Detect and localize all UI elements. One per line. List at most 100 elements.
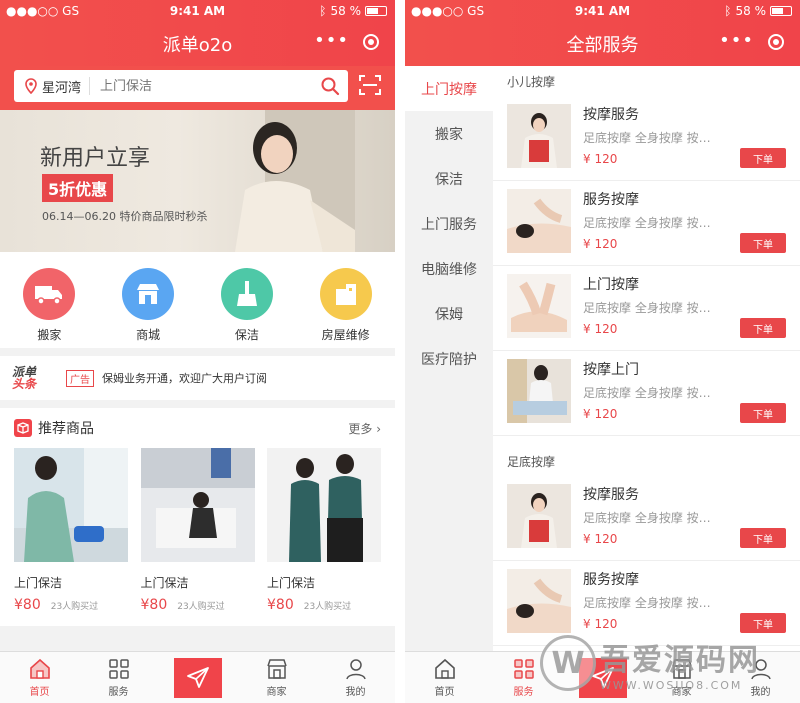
grid-icon bbox=[108, 659, 129, 679]
sidebar-item-home-service[interactable]: 上门服务 bbox=[405, 201, 493, 246]
goods-name: 上门保洁 bbox=[267, 576, 316, 590]
news-logo: 派单 头条 bbox=[12, 366, 52, 390]
order-button[interactable]: 下单 bbox=[740, 528, 786, 548]
sidebar-item-moving[interactable]: 搬家 bbox=[405, 111, 493, 156]
tab-bar: 首页 服务 商家 我的 bbox=[0, 651, 395, 703]
location-selector[interactable]: 星河湾 bbox=[14, 77, 91, 96]
tab-send[interactable] bbox=[158, 652, 237, 703]
search-icon[interactable] bbox=[312, 76, 348, 96]
title-bar: 全部服务 ••• bbox=[405, 22, 800, 66]
battery-status: ᛒ 58 % bbox=[724, 4, 792, 18]
shop-icon bbox=[266, 659, 287, 679]
location-pin-icon bbox=[25, 78, 37, 94]
category-cleaning[interactable]: 保洁 bbox=[207, 268, 287, 343]
battery-icon bbox=[365, 6, 387, 16]
battery-icon bbox=[770, 6, 792, 16]
tab-mine[interactable]: 我的 bbox=[316, 652, 395, 703]
more-icon[interactable]: ••• bbox=[719, 30, 754, 51]
sidebar-item-pc-repair[interactable]: 电脑维修 bbox=[405, 246, 493, 291]
search-box[interactable]: 星河湾 bbox=[14, 70, 348, 102]
service-image bbox=[507, 359, 571, 423]
bluetooth-icon: ᛒ bbox=[319, 4, 327, 18]
search-bar: 星河湾 bbox=[0, 66, 395, 110]
send-button[interactable] bbox=[173, 657, 222, 698]
more-link[interactable]: 更多 › bbox=[348, 420, 381, 437]
recommend-title: 推荐商品 bbox=[38, 421, 94, 437]
recommend-section: 推荐商品 更多 › 上门保洁 ¥80 23人购买过 上门保洁 ¥80 23人购买过 … bbox=[0, 408, 395, 626]
tab-home[interactable]: 首页 bbox=[405, 652, 484, 703]
record-icon[interactable] bbox=[363, 34, 379, 50]
sidebar-item-massage[interactable]: 上门按摩 bbox=[405, 66, 493, 111]
order-button[interactable]: 下单 bbox=[740, 318, 786, 338]
home-screen: ●●●○○ GS 9:41 AM ᛒ 58 % 派单o2o ••• 星河湾 上门… bbox=[0, 0, 395, 703]
watermark: W 吾爱源码网 WWW.WOSUO8.COM bbox=[540, 633, 800, 693]
news-ticker[interactable]: 派单 头条 广告 保姆业务开通，欢迎广大用户订阅 bbox=[0, 356, 395, 400]
service-image bbox=[507, 104, 571, 168]
order-button[interactable]: 下单 bbox=[740, 233, 786, 253]
tab-label: 首页 bbox=[29, 687, 50, 698]
bluetooth-icon: ᛒ bbox=[724, 4, 732, 18]
home-icon bbox=[29, 658, 50, 679]
tab-home[interactable]: 首页 bbox=[0, 652, 79, 703]
battery-text: 58 % bbox=[735, 4, 767, 18]
truck-icon bbox=[23, 268, 76, 320]
store-icon bbox=[122, 268, 175, 320]
category-moving[interactable]: 搬家 bbox=[9, 268, 89, 343]
news-logo-line: 头条 bbox=[12, 377, 37, 391]
battery-text: 58 % bbox=[330, 4, 362, 18]
tab-services[interactable]: 服务 bbox=[79, 652, 158, 703]
watermark-url: WWW.WOSUO8.COM bbox=[600, 678, 743, 692]
goods-price: ¥80 bbox=[140, 597, 168, 613]
more-label: 更多 bbox=[348, 421, 373, 436]
service-item[interactable]: 按摩上门 足底按摩 全身按摩 按… ¥ 120 下单 bbox=[493, 351, 800, 436]
battery-status: ᛒ 58 % bbox=[319, 4, 387, 18]
service-item[interactable]: 上门按摩 足底按摩 全身按摩 按… ¥ 120 下单 bbox=[493, 266, 800, 351]
goods-image bbox=[140, 448, 255, 562]
status-bar: ●●●○○ GS 9:41 AM ᛒ 58 % bbox=[0, 0, 395, 22]
goods-sold: 23人购买过 bbox=[50, 602, 99, 612]
services-screen: ●●●○○ GS 9:41 AM ᛒ 58 % 全部服务 ••• 上门按摩 搬家… bbox=[405, 0, 800, 703]
tab-merchant[interactable]: 商家 bbox=[237, 652, 316, 703]
banner-headline: 新用户立享 bbox=[40, 146, 151, 171]
search-input[interactable] bbox=[90, 78, 312, 94]
goods-card[interactable]: 上门保洁 ¥80 23人购买过 bbox=[140, 448, 255, 613]
goods-card[interactable]: 上门保洁 ¥80 23人购买过 bbox=[267, 448, 381, 613]
category-label: 保洁 bbox=[234, 328, 259, 342]
goods-price: ¥80 bbox=[14, 597, 41, 613]
record-icon[interactable] bbox=[768, 34, 784, 50]
services-body: 上门按摩 搬家 保洁 上门服务 电脑维修 保姆 医疗陪护 小儿按摩 按摩服务 足… bbox=[405, 66, 800, 651]
service-title: 服务按摩 bbox=[583, 192, 639, 208]
sidebar-item-medical-escort[interactable]: 医疗陪护 bbox=[405, 336, 493, 381]
sidebar-item-cleaning[interactable]: 保洁 bbox=[405, 156, 493, 201]
page-title: 派单o2o bbox=[162, 35, 233, 56]
category-label: 房屋维修 bbox=[321, 328, 370, 342]
scan-icon[interactable] bbox=[359, 74, 381, 96]
goods-sold: 23人购买过 bbox=[177, 602, 225, 612]
goods-name: 上门保洁 bbox=[14, 576, 63, 590]
banner-badge: 5折优惠 bbox=[42, 174, 114, 202]
category-label: 商城 bbox=[136, 328, 161, 342]
sidebar-item-nanny[interactable]: 保姆 bbox=[405, 291, 493, 336]
service-title: 上门按摩 bbox=[583, 277, 639, 293]
service-title: 按摩服务 bbox=[583, 107, 639, 123]
banner-person-image bbox=[235, 110, 355, 252]
header: ●●●○○ GS 9:41 AM ᛒ 58 % 派单o2o ••• bbox=[0, 0, 395, 66]
service-title: 按摩上门 bbox=[583, 362, 639, 378]
service-item[interactable]: 按摩服务 足底按摩 全身按摩 按… ¥ 120 下单 bbox=[493, 96, 800, 181]
order-button[interactable]: 下单 bbox=[740, 148, 786, 168]
service-item[interactable]: 服务按摩 足底按摩 全身按摩 按… ¥ 120 下单 bbox=[493, 181, 800, 266]
goods-sold: 23人购买过 bbox=[303, 602, 352, 612]
section-heading: 小儿按摩 bbox=[493, 66, 800, 96]
goods-card[interactable]: 上门保洁 ¥80 23人购买过 bbox=[14, 448, 128, 613]
service-item[interactable]: 按摩服务 足底按摩 全身按摩 按… ¥ 120 下单 bbox=[493, 476, 800, 561]
order-button[interactable]: 下单 bbox=[740, 613, 786, 633]
banner-date: 06.14—06.20 特价商品限时秒杀 bbox=[42, 210, 208, 223]
more-icon[interactable]: ••• bbox=[314, 30, 349, 51]
order-button[interactable]: 下单 bbox=[740, 403, 786, 423]
section-heading: 足底按摩 bbox=[493, 446, 800, 476]
category-repair[interactable]: 房屋维修 bbox=[306, 268, 386, 343]
promo-banner[interactable]: 新用户立享 5折优惠 06.14—06.20 特价商品限时秒杀 bbox=[0, 110, 395, 252]
broom-icon bbox=[220, 268, 273, 320]
category-mall[interactable]: 商城 bbox=[108, 268, 188, 343]
goods-image bbox=[14, 448, 128, 562]
